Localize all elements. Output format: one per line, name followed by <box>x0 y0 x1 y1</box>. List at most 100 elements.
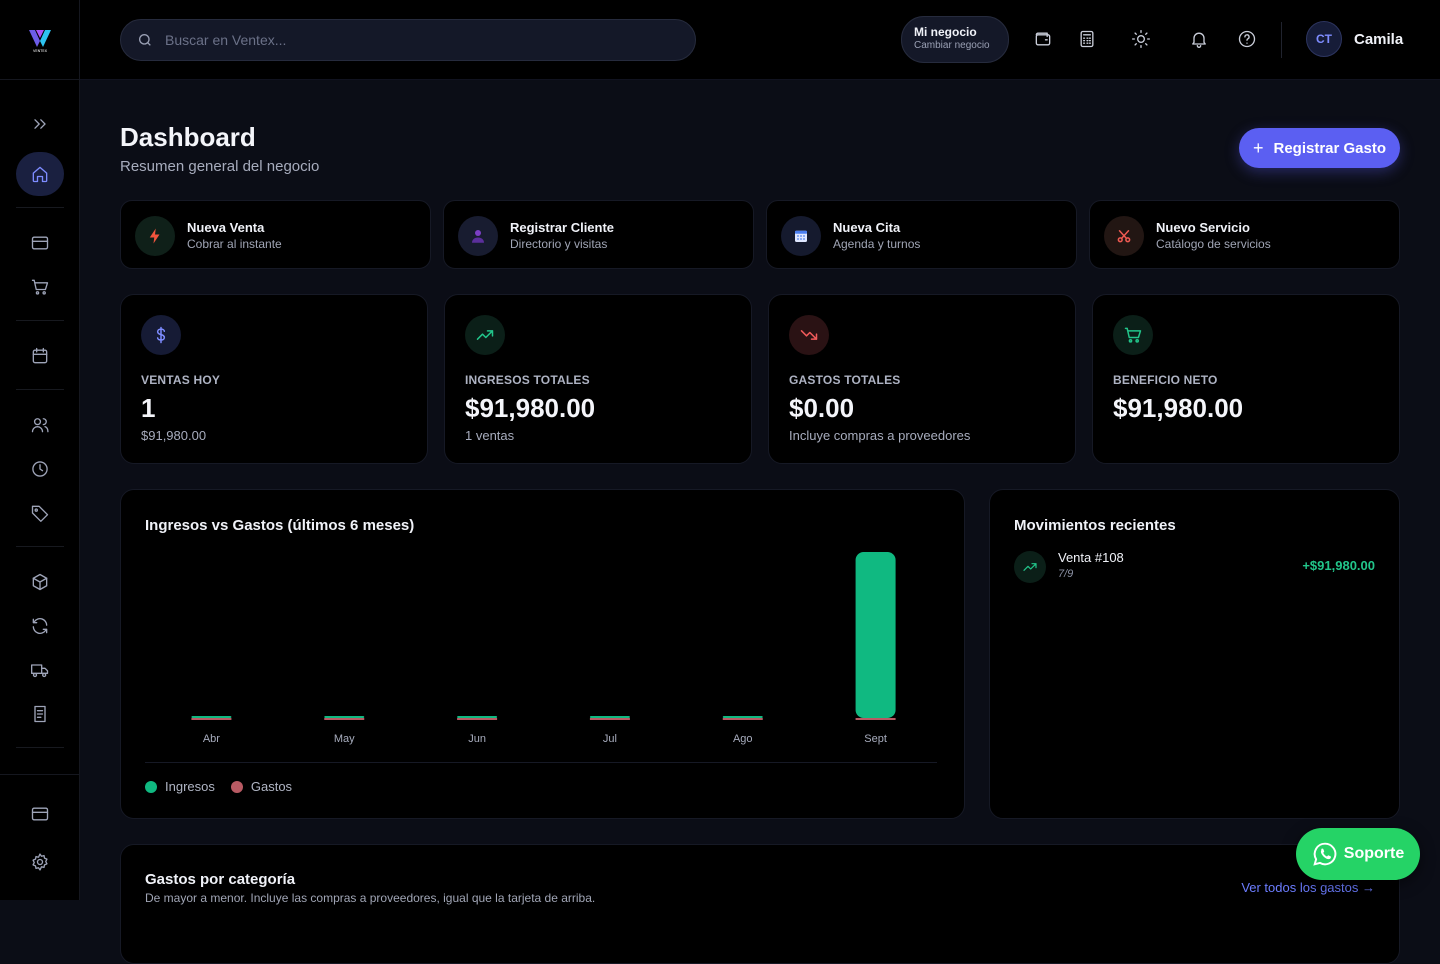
income-bar <box>457 716 498 718</box>
sidebar-item-products[interactable] <box>16 560 64 604</box>
sun-icon <box>1132 30 1150 48</box>
expense-bar <box>457 718 498 720</box>
avatar[interactable]: CT <box>1306 21 1342 57</box>
stat-value: $91,980.00 <box>1113 393 1244 423</box>
support-button[interactable]: Soporte <box>1296 828 1420 880</box>
refresh-icon <box>32 617 48 635</box>
gear-icon <box>32 853 48 871</box>
income-expenses-chart-panel: Ingresos vs Gastos (últimos 6 meses) Abr… <box>120 489 965 819</box>
movement-amount: +$91,980.00 <box>1302 558 1375 573</box>
cart-icon <box>1113 315 1153 355</box>
quick-action-title: Registrar Cliente <box>510 220 615 235</box>
stat-sub: 1 ventas <box>465 428 515 443</box>
recent-movements-panel: Movimientos recientes Venta #108 7/9 +$9… <box>989 489 1400 819</box>
search-input[interactable] <box>165 32 665 48</box>
legend-item-expenses: Gastos <box>230 779 293 794</box>
user-name[interactable]: Camila <box>1354 31 1403 48</box>
sidebar-item-settings[interactable] <box>16 840 64 884</box>
chart-legend: Ingresos Gastos <box>145 779 308 794</box>
legend-dot <box>145 780 157 793</box>
sidebar-item-billing[interactable] <box>16 792 64 836</box>
calendar-icon <box>781 216 821 256</box>
sidebar-divider <box>16 389 64 390</box>
bell-icon <box>1192 32 1206 48</box>
sidebar-divider <box>16 320 64 321</box>
quick-action-new-service[interactable]: Nuevo Servicio Catálogo de servicios <box>1089 200 1400 269</box>
income-bar <box>589 716 630 718</box>
calendar-icon <box>32 347 48 364</box>
box-icon <box>32 573 48 591</box>
x-tick-label: Jul <box>603 733 617 745</box>
notifications-button[interactable] <box>1187 27 1211 51</box>
user-icon <box>458 216 498 256</box>
stat-sub: Incluye compras a proveedores <box>789 428 971 443</box>
chevrons-right-icon <box>34 119 46 129</box>
trending-down-icon <box>789 315 829 355</box>
ventex-logo-icon: VENTEX <box>29 29 51 53</box>
register-expense-label: Registrar Gasto <box>1273 139 1387 157</box>
expense-bar <box>855 718 896 720</box>
top-bar: Mi negocio Cambiar negocio CT Camila <box>80 0 1440 80</box>
quick-action-subtitle: Cobrar al instante <box>187 237 282 251</box>
trending-up-icon <box>465 315 505 355</box>
sidebar-item-reports[interactable] <box>16 692 64 736</box>
home-icon <box>32 166 48 183</box>
help-button[interactable] <box>1235 27 1259 51</box>
trending-up-icon <box>1014 551 1046 583</box>
quick-action-new-sale[interactable]: Nueva Venta Cobrar al instante <box>120 200 431 269</box>
view-all-expenses-link[interactable]: Ver todos los gastos → <box>1241 880 1375 895</box>
movement-date: 7/9 <box>1058 568 1074 580</box>
tag-icon <box>31 505 49 522</box>
x-tick-label: Ago <box>733 733 753 745</box>
stat-value: $0.00 <box>789 393 855 423</box>
sidebar-item-sync[interactable] <box>16 604 64 648</box>
sidebar-expand-button[interactable] <box>16 102 64 146</box>
help-icon <box>1238 30 1256 48</box>
business-switcher[interactable]: Mi negocio Cambiar negocio <box>901 16 1009 63</box>
search-bar[interactable] <box>120 19 696 61</box>
quick-action-register-client[interactable]: Registrar Cliente Directorio y visitas <box>443 200 754 269</box>
legend-label: Ingresos <box>165 779 215 794</box>
stat-label: BENEFICIO NETO <box>1113 373 1218 387</box>
sidebar-item-sales[interactable] <box>16 265 64 309</box>
legend-label: Gastos <box>250 779 293 794</box>
sidebar-item-history[interactable] <box>16 447 64 491</box>
cart-icon <box>31 279 49 295</box>
sidebar-item-home[interactable] <box>16 152 64 196</box>
category-title: Gastos por categoría <box>145 871 296 888</box>
sidebar-item-clients[interactable] <box>16 403 64 447</box>
quick-action-title: Nueva Cita <box>833 220 901 235</box>
brand-logo[interactable]: VENTEX <box>0 0 80 80</box>
stat-value: $91,980.00 <box>465 393 596 423</box>
plus-icon: + <box>1252 137 1264 158</box>
movements-title: Movimientos recientes <box>1014 517 1176 534</box>
quick-action-subtitle: Agenda y turnos <box>833 237 921 251</box>
x-tick-label: Sept <box>864 733 887 745</box>
sidebar-divider <box>16 546 64 547</box>
sidebar: VENTEX <box>0 0 80 900</box>
quick-action-new-appointment[interactable]: Nueva Cita Agenda y turnos <box>766 200 1077 269</box>
page-title: Dashboard <box>120 122 256 152</box>
sidebar-item-calendar[interactable] <box>16 334 64 378</box>
wallet-button[interactable] <box>1031 27 1055 51</box>
expense-bar <box>324 718 365 720</box>
bolt-icon <box>135 216 175 256</box>
calculator-button[interactable] <box>1075 27 1099 51</box>
expense-bar <box>722 718 763 720</box>
quick-action-title: Nueva Venta <box>187 220 265 235</box>
theme-toggle-button[interactable] <box>1129 27 1153 51</box>
x-tick-label: Abr <box>203 733 220 745</box>
sidebar-item-services[interactable] <box>16 491 64 535</box>
register-expense-button[interactable]: + Registrar Gasto <box>1239 128 1400 168</box>
stat-value: 1 <box>141 393 156 423</box>
stat-card-total-expenses: GASTOS TOTALES $0.00 Incluye compras a p… <box>768 294 1076 464</box>
sidebar-item-suppliers[interactable] <box>16 648 64 692</box>
stat-label: GASTOS TOTALES <box>789 373 901 387</box>
expense-bar <box>589 718 630 720</box>
search-icon <box>139 34 151 46</box>
truck-icon <box>31 664 49 678</box>
page-subtitle: Resumen general del negocio <box>120 158 320 175</box>
chart-divider <box>145 762 937 763</box>
business-name: Mi negocio <box>914 25 977 39</box>
sidebar-item-payments[interactable] <box>16 221 64 265</box>
